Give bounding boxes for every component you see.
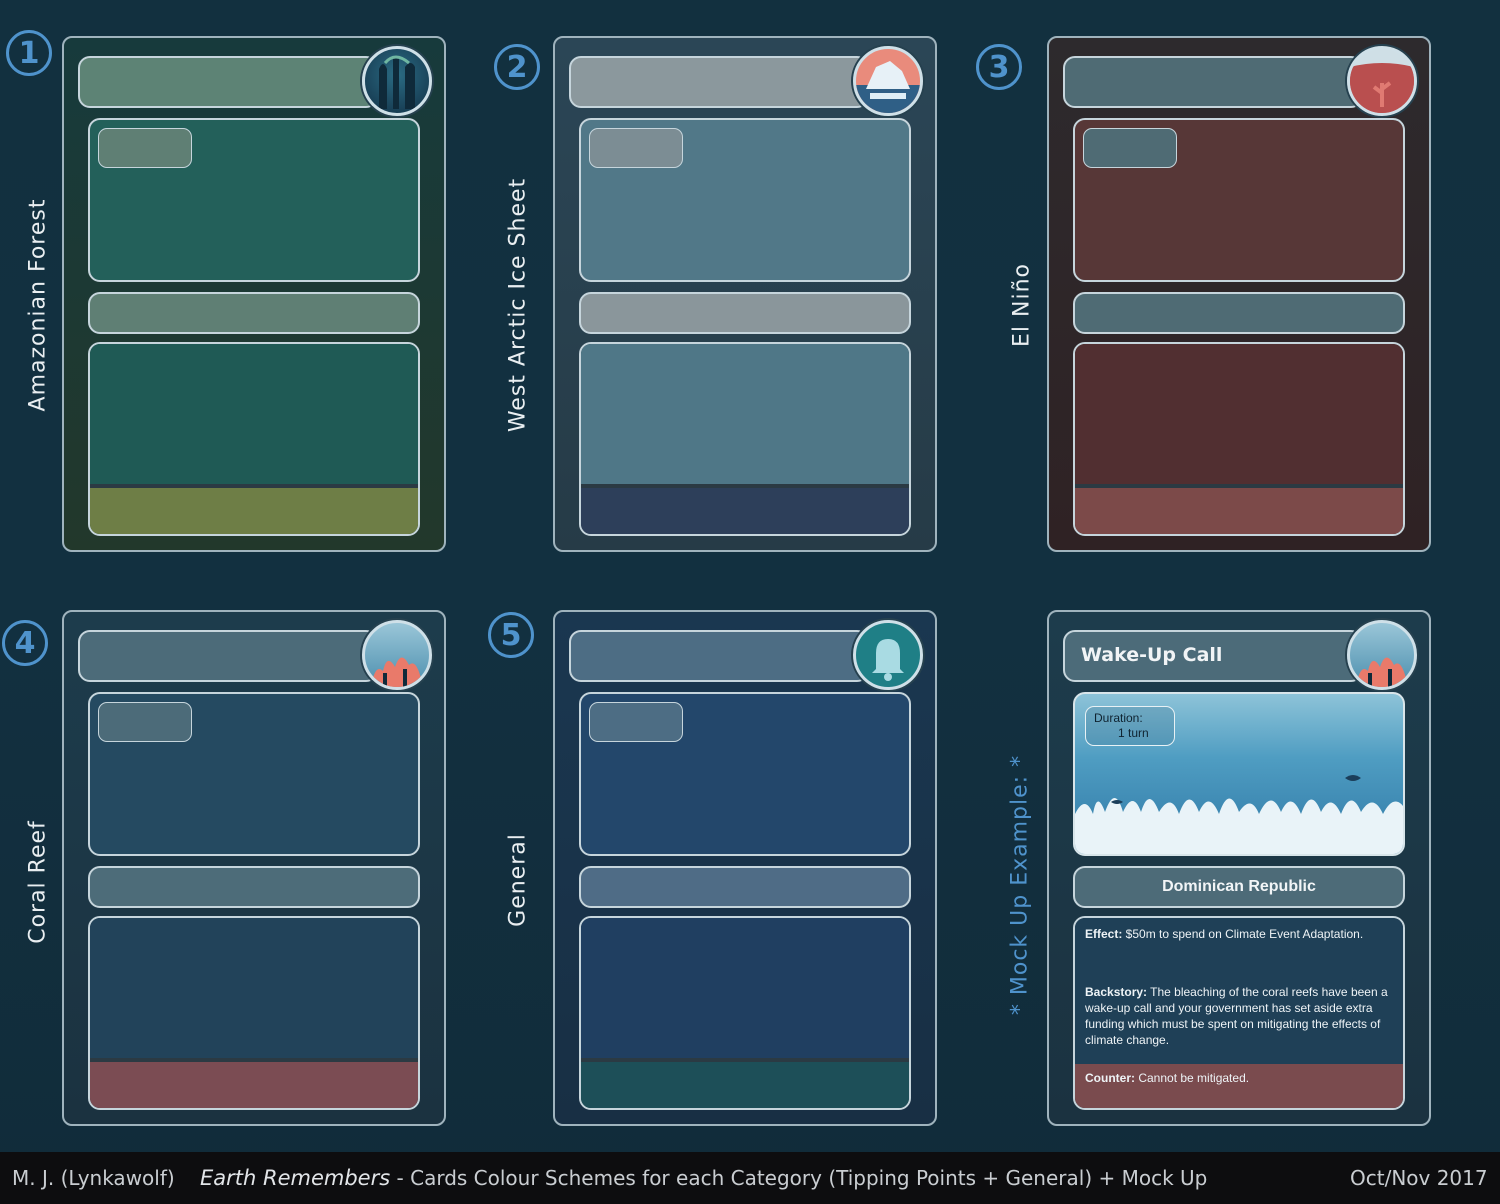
card-title-bar bbox=[569, 630, 869, 682]
footer-bar: M. J. (Lynkawolf) Earth Remembers - Card… bbox=[0, 1152, 1500, 1204]
duration-badge: Duration: 1 turn bbox=[1085, 706, 1175, 746]
card-subtitle-strip bbox=[88, 292, 420, 334]
coral-icon bbox=[362, 620, 432, 690]
card-text-panel bbox=[88, 342, 420, 536]
iceberg-icon bbox=[853, 46, 923, 116]
card-coral-reef bbox=[62, 610, 446, 1126]
card-mockup: Wake-Up Call Duration: 1 turn Dominican … bbox=[1047, 610, 1431, 1126]
card-el-nino bbox=[1047, 36, 1431, 552]
card-subtitle-strip bbox=[579, 292, 911, 334]
number-badge-4: 4 bbox=[2, 620, 48, 666]
footer-author: M. J. (Lynkawolf) bbox=[12, 1166, 175, 1190]
card-title-bar bbox=[1063, 56, 1363, 108]
card-text-panel bbox=[579, 916, 911, 1110]
backstory-text: Backstory: The bleaching of the coral re… bbox=[1085, 985, 1388, 1047]
country-strip: Dominican Republic bbox=[1073, 866, 1405, 908]
footer-date: Oct/Nov 2017 bbox=[1350, 1166, 1488, 1190]
card-title-bar: Wake-Up Call bbox=[1063, 630, 1363, 682]
card-title-bar bbox=[78, 630, 378, 682]
card-image-panel bbox=[88, 118, 420, 282]
number-badge-1: 1 bbox=[6, 30, 52, 76]
card-image-panel bbox=[88, 692, 420, 856]
bell-icon bbox=[853, 620, 923, 690]
card-text-panel bbox=[579, 342, 911, 536]
number-badge-3: 3 bbox=[976, 44, 1022, 90]
card-text-panel bbox=[88, 916, 420, 1110]
card-amazonian-forest bbox=[62, 36, 446, 552]
card-badge bbox=[1083, 128, 1177, 168]
effect-text: Effect: $50m to spend on Climate Event A… bbox=[1085, 927, 1364, 941]
coral-icon bbox=[1347, 620, 1417, 690]
card-text-panel: Effect: $50m to spend on Climate Event A… bbox=[1073, 916, 1405, 1110]
card-title: Wake-Up Call bbox=[1081, 644, 1223, 666]
card-photo: Duration: 1 turn bbox=[1073, 692, 1405, 856]
card-image-panel bbox=[579, 692, 911, 856]
number-badge-2: 2 bbox=[494, 44, 540, 90]
footer-title: Earth Remembers - Cards Colour Schemes f… bbox=[200, 1166, 1208, 1190]
card-west-arctic-ice-sheet bbox=[553, 36, 937, 552]
card-badge bbox=[589, 702, 683, 742]
card-title-bar bbox=[78, 56, 378, 108]
el-nino-icon bbox=[1347, 46, 1417, 116]
card-subtitle-strip bbox=[579, 866, 911, 908]
counter-text: Counter: Cannot be mitigated. bbox=[1075, 1064, 1403, 1108]
card-subtitle-strip bbox=[1073, 292, 1405, 334]
card-badge bbox=[589, 128, 683, 168]
card-title-bar bbox=[569, 56, 869, 108]
card-image-panel bbox=[1073, 118, 1405, 282]
card-badge bbox=[98, 128, 192, 168]
card-text-panel bbox=[1073, 342, 1405, 536]
forest-icon bbox=[362, 46, 432, 116]
card-image-panel bbox=[579, 118, 911, 282]
card-badge bbox=[98, 702, 192, 742]
card-subtitle-strip bbox=[88, 866, 420, 908]
number-badge-5: 5 bbox=[488, 612, 534, 658]
card-general bbox=[553, 610, 937, 1126]
